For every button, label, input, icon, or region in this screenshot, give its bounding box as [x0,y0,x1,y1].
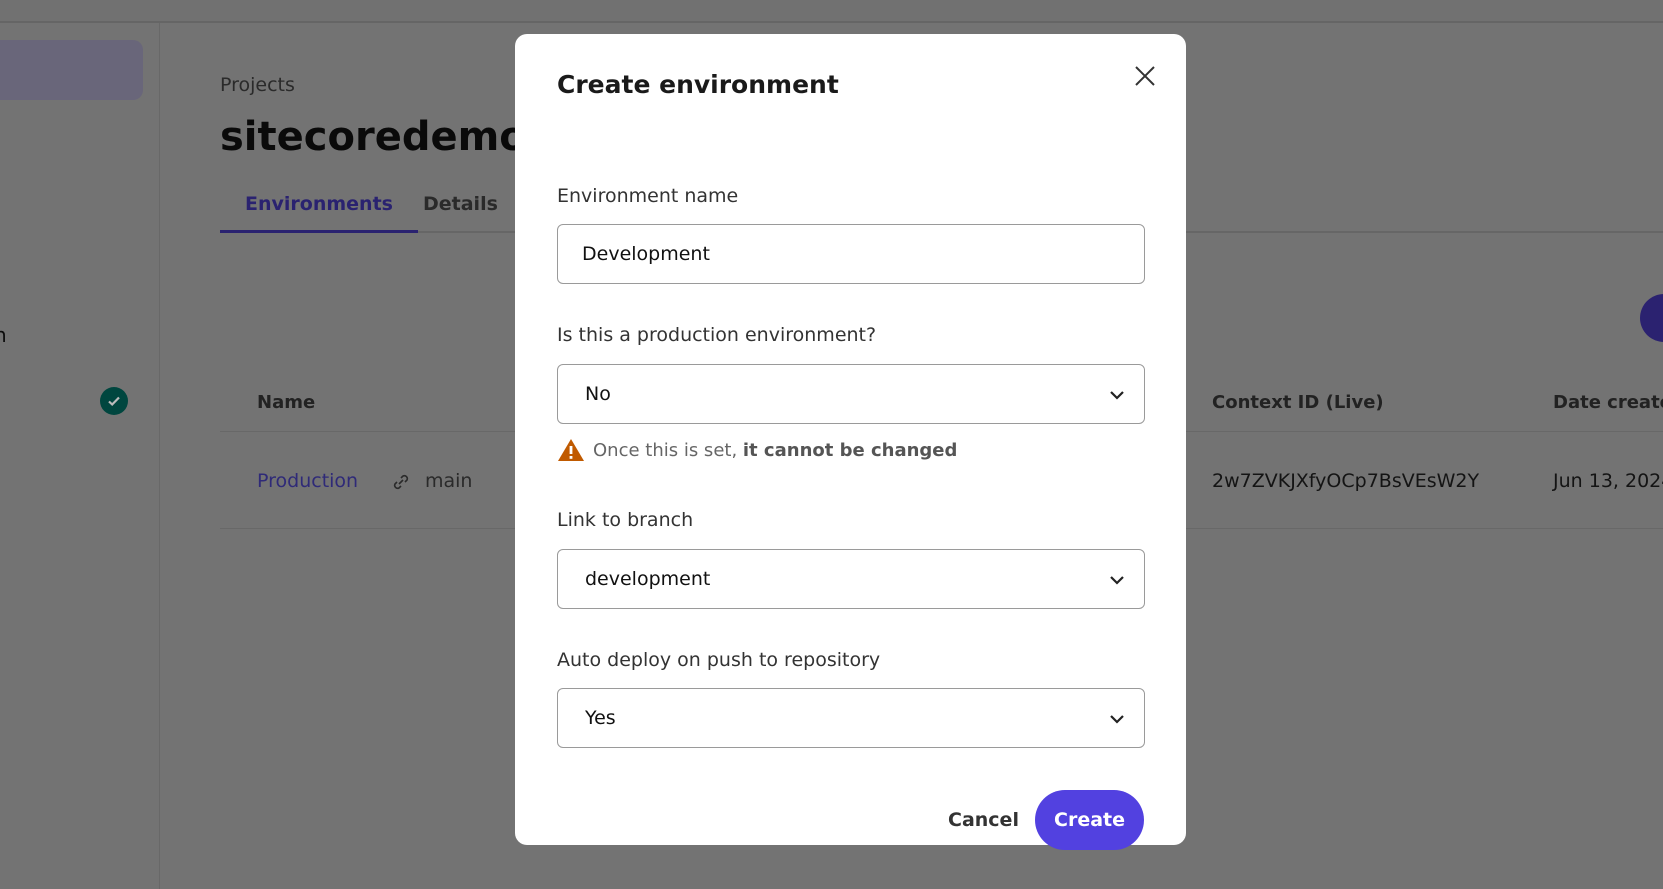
branch-select[interactable]: development [557,549,1145,609]
branch-label: Link to branch [557,509,694,531]
sidebar-item-label: n [0,323,7,347]
context-id: 2w7ZVKJXfyOCp7BsVEsW2Y [1212,470,1480,492]
warning-icon [558,439,584,461]
branch-value: development [585,568,711,590]
environment-link[interactable]: Production [257,470,358,492]
close-icon[interactable] [1132,63,1158,89]
link-icon [391,472,411,497]
production-value: No [585,383,611,405]
auto-deploy-label: Auto deploy on push to repository [557,649,881,671]
warning-emphasis: it cannot be changed [742,439,958,461]
chevron-down-icon [1110,391,1124,400]
create-button[interactable]: Create [1035,790,1144,850]
date-created: Jun 13, 2024 [1553,470,1663,492]
production-select[interactable]: No [557,364,1145,424]
auto-deploy-select[interactable]: Yes [557,688,1145,748]
tab-details[interactable]: Details [398,193,523,233]
create-environment-dialog: Create environment Environment name Deve… [515,34,1186,850]
top-bar [0,0,1663,23]
chevron-down-icon [1110,715,1124,724]
environment-name-value: Development [582,243,710,265]
column-header-context-id: Context ID (Live) [1212,392,1384,413]
cancel-button[interactable]: Cancel [930,790,1037,850]
sidebar: n [0,23,160,889]
warning-message: Once this is set, it cannot be changed [557,438,957,462]
tab-environments[interactable]: Environments [220,193,418,233]
check-circle-icon [100,387,128,415]
environment-name-label: Environment name [557,185,739,207]
production-label: Is this a production environment? [557,324,877,346]
branch-name: main [425,470,473,492]
warning-text: Once this is set, [593,439,743,461]
auto-deploy-value: Yes [585,707,616,729]
sidebar-item-selected[interactable] [0,40,143,100]
column-header-date-created: Date created [1553,392,1663,413]
column-header-name: Name [257,392,316,413]
dialog-title: Create environment [557,70,839,99]
environment-name-input[interactable]: Development [557,224,1145,284]
chevron-down-icon [1110,576,1124,585]
breadcrumb[interactable]: Projects [220,74,295,96]
